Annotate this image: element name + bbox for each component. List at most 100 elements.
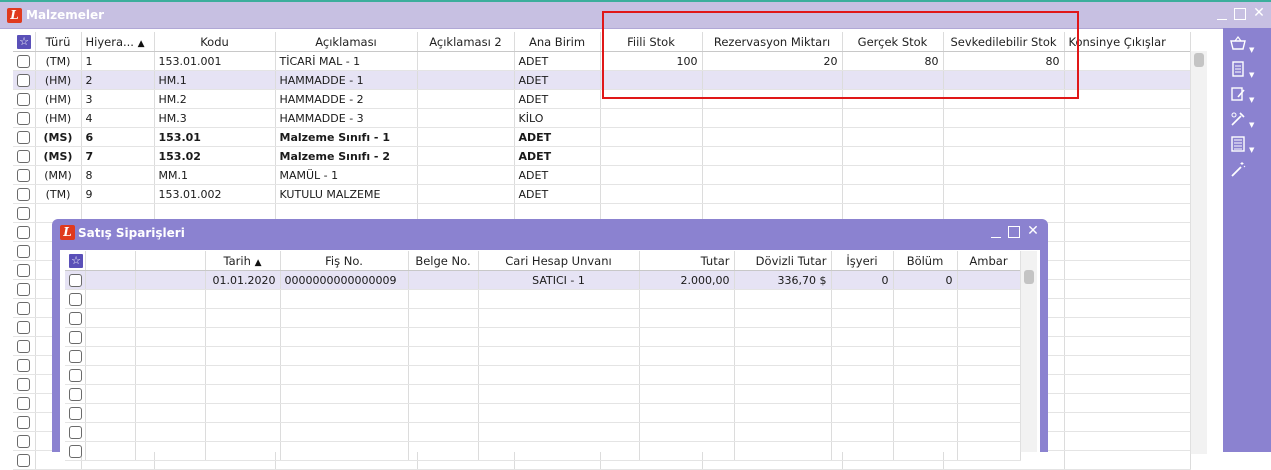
row-checkbox-cell [65, 403, 86, 423]
row-checkbox[interactable] [17, 434, 31, 448]
column-header[interactable]: Türü [35, 32, 82, 52]
cell-hiyerarsi: 8 [81, 165, 155, 185]
column-header[interactable]: Konsinye Çıkışlar [1064, 32, 1191, 52]
cell-tarih: 01.01.2020 [205, 270, 281, 290]
maximize-button[interactable] [1234, 8, 1246, 20]
column-header[interactable]: Açıklaması 2 [417, 32, 515, 52]
row-checkbox[interactable] [69, 406, 82, 420]
select-all-star[interactable]: ☆ [13, 32, 36, 52]
main-vertical-scrollbar[interactable] [1190, 51, 1207, 454]
table-row[interactable] [65, 441, 1021, 461]
column-header[interactable] [135, 251, 206, 271]
scrollbar-thumb[interactable] [1194, 53, 1204, 67]
row-checkbox[interactable] [17, 453, 31, 467]
close-button[interactable]: ✕ [1026, 224, 1040, 239]
sub-title-bar[interactable]: L Satış Siparişleri ✕ [52, 219, 1048, 247]
row-checkbox[interactable] [17, 377, 31, 391]
select-all-star[interactable]: ☆ [65, 251, 86, 271]
tools-icon[interactable]: ▼ [1229, 110, 1254, 129]
row-checkbox[interactable] [17, 149, 31, 163]
table-row[interactable] [65, 289, 1021, 309]
row-checkbox[interactable] [17, 358, 31, 372]
main-title-bar[interactable]: L Malzemeler ✕ [0, 2, 1271, 29]
column-header[interactable]: Tutar [639, 251, 735, 271]
column-header[interactable]: Ana Birim [514, 32, 601, 52]
table-row[interactable]: (MM) 8 MM.1 MAMÜL - 1 ADET [13, 165, 1191, 185]
row-checkbox[interactable] [69, 292, 82, 306]
table-row[interactable] [65, 365, 1021, 385]
row-checkbox[interactable] [17, 282, 31, 296]
row-checkbox[interactable] [69, 311, 82, 325]
cell-dovizli: 336,70 $ [734, 270, 832, 290]
close-button[interactable]: ✕ [1252, 6, 1266, 21]
column-header[interactable]: Fiş No. [280, 251, 409, 271]
column-header-sorted[interactable]: Tarih ▲ [205, 251, 281, 271]
row-checkbox[interactable] [69, 368, 82, 382]
row-checkbox[interactable] [69, 444, 82, 458]
cell-fis_no [280, 441, 409, 461]
column-header[interactable]: Ambar [957, 251, 1021, 271]
row-checkbox[interactable] [17, 415, 31, 429]
cell-birim: ADET [514, 127, 601, 147]
row-checkbox[interactable] [69, 425, 82, 439]
row-checkbox[interactable] [69, 273, 82, 287]
row-checkbox[interactable] [17, 396, 31, 410]
scrollbar-thumb[interactable] [1024, 270, 1034, 284]
row-checkbox[interactable] [17, 111, 31, 125]
row-checkbox[interactable] [17, 263, 31, 277]
row-checkbox[interactable] [69, 387, 82, 401]
maximize-button[interactable] [1008, 226, 1020, 238]
row-checkbox[interactable] [17, 130, 31, 144]
cell-konsinye [1064, 203, 1191, 223]
row-checkbox[interactable] [17, 187, 31, 201]
minimize-button[interactable] [989, 226, 1003, 240]
table-row[interactable] [65, 422, 1021, 442]
table-row[interactable]: (TM) 9 153.01.002 KUTULU MALZEME ADET [13, 184, 1191, 204]
row-checkbox[interactable] [69, 330, 82, 344]
row-checkbox[interactable] [17, 301, 31, 315]
table-row[interactable] [65, 327, 1021, 347]
column-header[interactable]: Gerçek Stok [842, 32, 944, 52]
column-header[interactable]: Bölüm [893, 251, 958, 271]
row-checkbox[interactable] [17, 225, 31, 239]
document-icon[interactable]: ▼ [1229, 60, 1254, 79]
row-checkbox[interactable] [17, 92, 31, 106]
table-row[interactable]: (MS) 6 153.01 Malzeme Sınıfı - 1 ADET [13, 127, 1191, 147]
column-header[interactable]: Fiili Stok [600, 32, 703, 52]
sub-vertical-scrollbar[interactable] [1020, 251, 1037, 452]
column-header[interactable]: Rezervasyon Miktarı [702, 32, 843, 52]
row-checkbox[interactable] [17, 206, 31, 220]
table-row[interactable]: (HM) 4 HM.3 HAMMADDE - 3 KİLO [13, 108, 1191, 128]
row-checkbox[interactable] [17, 73, 31, 87]
column-header[interactable]: Dövizli Tutar [734, 251, 832, 271]
column-header[interactable]: Açıklaması [275, 32, 418, 52]
table-row[interactable]: (TM) 1 153.01.001 TİCARİ MAL - 1 ADET 100 20 80… [13, 51, 1191, 71]
column-header[interactable]: İşyeri [831, 251, 894, 271]
minimize-button[interactable] [1215, 8, 1229, 22]
column-header-sorted[interactable]: Hiyera... ▲ [81, 32, 155, 52]
row-checkbox[interactable] [17, 339, 31, 353]
row-checkbox[interactable] [17, 168, 31, 182]
basket-icon[interactable]: ▼ [1229, 35, 1254, 54]
row-checkbox[interactable] [17, 244, 31, 258]
table-row[interactable]: (HM) 3 HM.2 HAMMADDE - 2 ADET [13, 89, 1191, 109]
column-header[interactable]: Cari Hesap Unvanı [478, 251, 640, 271]
column-header[interactable]: Belge No. [408, 251, 479, 271]
table-row[interactable]: 01.01.2020 0000000000000009 SATICI - 1 2.00… [65, 270, 1021, 290]
column-header[interactable] [85, 251, 136, 271]
edit-document-icon[interactable]: ▼ [1229, 85, 1254, 104]
table-row[interactable]: (HM) 2 HM.1 HAMMADDE - 1 ADET [13, 70, 1191, 90]
column-header[interactable]: Sevkedilebilir Stok [943, 32, 1065, 52]
table-row[interactable] [65, 346, 1021, 366]
table-row[interactable] [65, 403, 1021, 423]
table-row[interactable] [65, 384, 1021, 404]
list-icon[interactable]: ▼ [1229, 135, 1254, 154]
row-checkbox[interactable] [69, 349, 82, 363]
cell-hiyerarsi: 7 [81, 146, 155, 166]
column-header[interactable]: Kodu [154, 32, 276, 52]
row-checkbox[interactable] [17, 54, 31, 68]
row-checkbox[interactable] [17, 320, 31, 334]
table-row[interactable]: (MS) 7 153.02 Malzeme Sınıfı - 2 ADET [13, 146, 1191, 166]
magic-wand-icon[interactable] [1229, 160, 1247, 178]
table-row[interactable] [65, 308, 1021, 328]
